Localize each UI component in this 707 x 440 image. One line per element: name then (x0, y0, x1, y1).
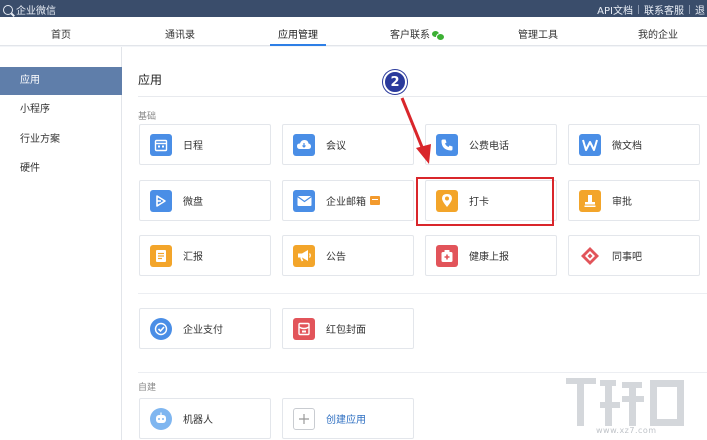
robot-icon (150, 407, 172, 430)
nav-contacts[interactable]: 通讯录 (165, 26, 195, 41)
app-card-robot[interactable]: 机器人 (139, 398, 271, 439)
app-label: 公费电话 (469, 141, 509, 152)
top-links: API文档 联系客服 退 (597, 2, 705, 17)
section-divider (138, 293, 707, 294)
logout-link[interactable]: 退 (695, 2, 705, 17)
sidebar-item-apps[interactable]: 应用 (0, 67, 122, 95)
app-card-health-report[interactable]: 健康上报 (425, 235, 557, 276)
red-packet-icon (293, 317, 315, 340)
brand-name: 企业微信 (16, 6, 56, 17)
section-label-custom: 自建 (138, 383, 157, 393)
search-logo-icon (3, 4, 13, 15)
app-card-wedrive[interactable]: 微盘 (139, 180, 271, 221)
report-icon (150, 244, 172, 267)
nav-management-tools[interactable]: 管理工具 (518, 26, 558, 41)
sidebar-item-mini-programs[interactable]: 小程序 (0, 96, 122, 124)
app-card-approval[interactable]: 审批 (568, 180, 700, 221)
api-docs-link[interactable]: API文档 (597, 2, 633, 17)
new-badge-icon (370, 196, 380, 205)
payment-icon (150, 317, 172, 340)
stamp-icon (579, 189, 601, 212)
app-card-meeting[interactable]: 会议 (282, 124, 414, 165)
annotation-arrow-icon (400, 97, 431, 164)
app-card-enterprise-payment[interactable]: 企业支付 (139, 308, 271, 349)
cloud-icon (293, 133, 315, 156)
app-card-public-phone[interactable]: 公费电话 (425, 124, 557, 165)
page-title: 应用 (138, 73, 163, 87)
community-icon (579, 244, 601, 267)
app-label: 审批 (612, 197, 632, 208)
nav-my-enterprise[interactable]: 我的企业 (638, 26, 678, 41)
app-label: 日程 (183, 141, 203, 152)
create-app-button[interactable]: 创建应用 (282, 398, 414, 439)
app-label: 企业邮箱 (326, 193, 380, 208)
mail-icon (293, 189, 315, 212)
brand[interactable]: 企业微信 (3, 2, 56, 17)
sidebar-item-hardware[interactable]: 硬件 (0, 155, 122, 183)
step-number-badge: 2 (383, 70, 407, 94)
divider (689, 5, 690, 14)
top-bar: 企业微信 API文档 联系客服 退 (0, 0, 707, 17)
sidebar: 应用 小程序 行业方案 硬件 (0, 47, 122, 440)
app-label: 会议 (326, 141, 346, 152)
nav-app-management[interactable]: 应用管理 (278, 26, 318, 41)
app-label: 汇报 (183, 252, 203, 263)
health-icon (436, 244, 458, 267)
drive-icon (150, 189, 172, 212)
app-label: 同事吧 (612, 252, 642, 263)
app-card-wedoc[interactable]: 微文档 (568, 124, 700, 165)
doc-w-icon (579, 133, 601, 156)
watermark-url: www.xz7.com (596, 426, 657, 435)
nav-customer-contact[interactable]: 客户联系 (390, 26, 445, 41)
app-label: 健康上报 (469, 252, 509, 263)
app-label: 微盘 (183, 197, 203, 208)
app-card-schedule[interactable]: 日程 (139, 124, 271, 165)
divider (638, 5, 639, 14)
app-label: 微文档 (612, 141, 642, 152)
nav-home[interactable]: 首页 (51, 26, 71, 41)
app-label-text: 企业邮箱 (326, 197, 366, 208)
app-card-announcement[interactable]: 公告 (282, 235, 414, 276)
plus-icon (293, 407, 315, 430)
app-card-report[interactable]: 汇报 (139, 235, 271, 276)
sidebar-item-industry-solutions[interactable]: 行业方案 (0, 126, 122, 154)
contact-support-link[interactable]: 联系客服 (644, 2, 684, 17)
app-label: 企业支付 (183, 325, 223, 336)
highlight-box (416, 177, 554, 226)
app-label: 红包封面 (326, 325, 366, 336)
app-card-enterprise-mail[interactable]: 企业邮箱 (282, 180, 414, 221)
section-label-basic: 基础 (138, 112, 157, 122)
app-label: 公告 (326, 252, 346, 263)
wechat-icon (432, 31, 445, 41)
main-nav: 首页 通讯录 应用管理 客户联系 管理工具 我的企业 (0, 17, 707, 46)
app-label: 机器人 (183, 415, 213, 426)
app-card-red-packet-cover[interactable]: 红包封面 (282, 308, 414, 349)
app-label: 创建应用 (326, 415, 366, 426)
nav-customer-contact-label: 客户联系 (390, 30, 430, 41)
phone-icon (436, 133, 458, 156)
active-tab-indicator (270, 44, 326, 46)
calendar-icon (150, 133, 172, 156)
app-card-colleague-bar[interactable]: 同事吧 (568, 235, 700, 276)
megaphone-icon (293, 244, 315, 267)
